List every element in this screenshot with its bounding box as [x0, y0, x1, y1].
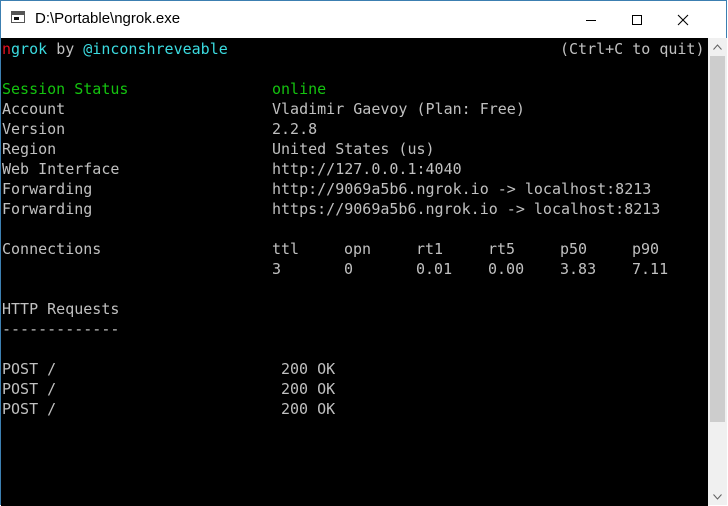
connections-value-rt1: 0.01: [416, 260, 453, 278]
arrow-up-icon: [713, 43, 722, 50]
request-status: 200 OK: [281, 380, 336, 398]
author-handle: @inconshreveable: [83, 40, 228, 58]
close-button[interactable]: [660, 1, 706, 38]
brand-name: grok: [11, 40, 48, 58]
minimize-icon: [586, 19, 596, 21]
status-value-account: Vladimir Gaevoy (Plan: Free): [272, 100, 525, 118]
request-status: 200 OK: [281, 400, 336, 418]
status-label-forwarding-http: Forwarding: [2, 180, 93, 198]
connections-header-p90: p90: [632, 240, 660, 258]
console-window: D:\Portable\ngrok.exe ngrok by @inconshr…: [0, 0, 727, 506]
maximize-icon: [632, 14, 642, 25]
quit-hint: (Ctrl+C to quit): [560, 40, 705, 58]
status-label-region: Region: [2, 140, 57, 158]
maximize-button[interactable]: [614, 1, 660, 38]
window-title: D:\Portable\ngrok.exe: [35, 10, 181, 27]
status-label-version: Version: [2, 120, 66, 138]
connections-value-p50: 3.83: [560, 260, 597, 278]
http-requests-separator: -------------: [2, 320, 120, 338]
minimize-button[interactable]: [568, 1, 614, 38]
request-method-path: POST /: [2, 380, 57, 398]
close-icon: [677, 14, 689, 25]
by-text: by: [56, 40, 75, 58]
status-label-session: Session Status: [2, 80, 129, 98]
connections-header-opn: opn: [344, 240, 372, 258]
connections-label: Connections: [2, 240, 102, 258]
scroll-up-button[interactable]: [708, 38, 727, 55]
status-label-web-interface: Web Interface: [2, 160, 120, 178]
status-value-web-interface: http://127.0.0.1:4040: [272, 160, 462, 178]
status-label-forwarding-https: Forwarding: [2, 200, 93, 218]
status-value-version: 2.2.8: [272, 120, 318, 138]
status-value-forwarding-http: http://9069a5b6.ngrok.io -> localhost:82…: [272, 180, 652, 198]
brand-first-letter: n: [2, 40, 12, 58]
status-label-account: Account: [2, 100, 66, 118]
request-method-path: POST /: [2, 400, 57, 418]
console-app-icon: [11, 11, 25, 23]
vertical-scrollbar[interactable]: [708, 38, 727, 505]
status-value-forwarding-https: https://9069a5b6.ngrok.io -> localhost:8…: [272, 200, 661, 218]
connections-value-p90: 7.11: [632, 260, 669, 278]
connections-value-rt5: 0.00: [488, 260, 525, 278]
request-method-path: POST /: [2, 360, 57, 378]
connections-value-opn: 0: [344, 260, 354, 278]
connections-header-ttl: ttl: [272, 240, 300, 258]
scroll-down-button[interactable]: [708, 488, 727, 505]
status-value-region: United States (us): [272, 140, 435, 158]
request-status: 200 OK: [281, 360, 336, 378]
http-requests-title: HTTP Requests: [2, 300, 120, 318]
connections-header-rt5: rt5: [488, 240, 516, 258]
connections-header-rt1: rt1: [416, 240, 444, 258]
scrollbar-thumb[interactable]: [710, 56, 725, 422]
title-bar[interactable]: D:\Portable\ngrok.exe: [1, 1, 726, 38]
terminal-output[interactable]: ngrok by @inconshreveable (Ctrl+C to qui…: [1, 38, 708, 506]
connections-value-ttl: 3: [272, 260, 282, 278]
status-value-online: online: [272, 80, 327, 98]
arrow-down-icon: [713, 493, 722, 500]
header-line: ngrok by @inconshreveable: [2, 39, 228, 59]
connections-header-p50: p50: [560, 240, 588, 258]
